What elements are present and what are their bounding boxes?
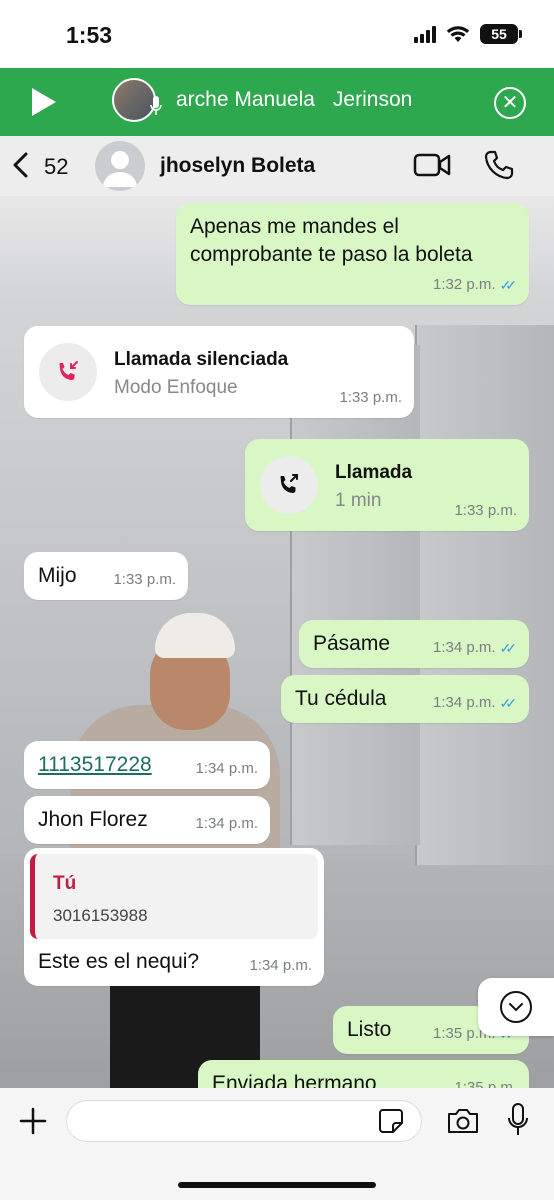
missed-call-icon [39, 343, 97, 401]
message-meta: 1:32 p.m. ✓✓ [433, 271, 517, 299]
message-time: 1:33 p.m. [339, 389, 402, 406]
microphone-icon[interactable] [506, 1102, 530, 1138]
call-title: Llamada silenciada [114, 349, 289, 370]
contact-avatar[interactable] [95, 141, 145, 191]
message-time: 1:34 p.m. [195, 760, 258, 777]
battery-level: 55 [491, 26, 507, 42]
person-icon [103, 151, 137, 187]
audio-name: Jerinson [332, 88, 413, 111]
chat-header: 52 jhoselyn Boleta [0, 136, 554, 196]
message-text: Apenas me mandes el comprobante te paso … [190, 215, 473, 266]
close-icon[interactable]: ✕ [494, 87, 526, 119]
message-time: 1:32 p.m. [432, 276, 496, 293]
message-meta: 1:34 p.m. [195, 755, 258, 783]
read-ticks-icon: ✓✓ [499, 640, 518, 656]
message-meta: 1:34 p.m. ✓✓ [433, 689, 517, 717]
message-time: 1:33 p.m. [113, 571, 176, 588]
home-indicator [178, 1182, 376, 1188]
scroll-to-bottom-button[interactable] [478, 978, 554, 1036]
message-bubble-outgoing[interactable]: Tu cédula 1:34 p.m. ✓✓ [281, 675, 529, 723]
wifi-icon [446, 26, 470, 42]
video-call-icon[interactable] [413, 152, 451, 178]
message-meta: 1:34 p.m. [195, 810, 258, 838]
quoted-message[interactable]: Tú 3016153988 [30, 854, 318, 939]
message-text: Este es el nequi? [38, 950, 200, 973]
read-ticks-icon: ✓✓ [499, 695, 518, 711]
quote-author: Tú [53, 873, 77, 894]
wallpaper-stall-wall [290, 345, 420, 845]
message-input[interactable] [66, 1100, 422, 1142]
play-icon[interactable] [32, 88, 56, 116]
chevron-left-icon[interactable] [12, 152, 28, 178]
plus-icon[interactable] [18, 1106, 48, 1136]
message-meta: 1:33 p.m. [454, 497, 517, 525]
audio-playback-bar[interactable]: arche Manuela Jerinson ✕ [0, 68, 554, 136]
back-unread-count[interactable]: 52 [44, 154, 68, 180]
read-ticks-icon: ✓✓ [499, 277, 518, 293]
message-time: 1:33 p.m. [454, 502, 517, 519]
message-time: 1:34 p.m. [432, 639, 496, 656]
battery-icon: 55 [480, 24, 522, 44]
wallpaper-person-cap [155, 613, 235, 658]
status-bar: 1:53 55 [0, 0, 554, 68]
message-bubble-incoming[interactable]: Mijo 1:33 p.m. [24, 552, 188, 600]
wallpaper-stall-door [415, 325, 554, 865]
mic-icon [150, 96, 162, 115]
call-title: Llamada [335, 462, 413, 483]
message-bubble-incoming[interactable]: 1113517228 1:34 p.m. [24, 741, 270, 789]
call-bubble-silenced[interactable]: Llamada silenciada Modo Enfoque 1:33 p.m… [24, 326, 414, 418]
message-bubble-incoming[interactable]: Jhon Florez 1:34 p.m. [24, 796, 270, 844]
message-meta: 1:34 p.m. ✓✓ [433, 634, 517, 662]
message-time: 1:34 p.m. [432, 694, 496, 711]
message-meta: 1:33 p.m. [339, 384, 402, 412]
message-meta: 1:33 p.m. [113, 566, 176, 594]
signal-icon [414, 25, 436, 43]
chevron-down-icon [500, 991, 532, 1023]
status-icons: 55 [414, 24, 522, 44]
outgoing-call-icon [260, 456, 318, 514]
call-subtitle: Modo Enfoque [114, 377, 238, 398]
message-bubble-outgoing[interactable]: Apenas me mandes el comprobante te paso … [176, 203, 529, 305]
message-bubble-outgoing[interactable]: Pásame 1:34 p.m. ✓✓ [299, 620, 529, 668]
status-time: 1:53 [66, 22, 113, 48]
message-bubble-reply[interactable]: Tú 3016153988 Este es el nequi? 1:34 p.m… [24, 848, 324, 986]
call-bubble-outgoing[interactable]: Llamada 1 min 1:33 p.m. [245, 439, 529, 531]
call-subtitle: 1 min [335, 490, 382, 511]
audio-participants: arche Manuela Jerinson [176, 88, 446, 112]
contact-name[interactable]: jhoselyn Boleta [160, 154, 315, 178]
sticker-icon[interactable] [378, 1108, 404, 1134]
camera-icon[interactable] [446, 1108, 480, 1134]
quote-text: 3016153988 [53, 906, 148, 925]
message-time: 1:34 p.m. [195, 815, 258, 832]
message-time: 1:34 p.m. [249, 957, 312, 974]
phone-icon[interactable] [484, 150, 514, 180]
message-meta: 1:34 p.m. [249, 952, 312, 980]
audio-name: arche Manuela [176, 88, 315, 111]
